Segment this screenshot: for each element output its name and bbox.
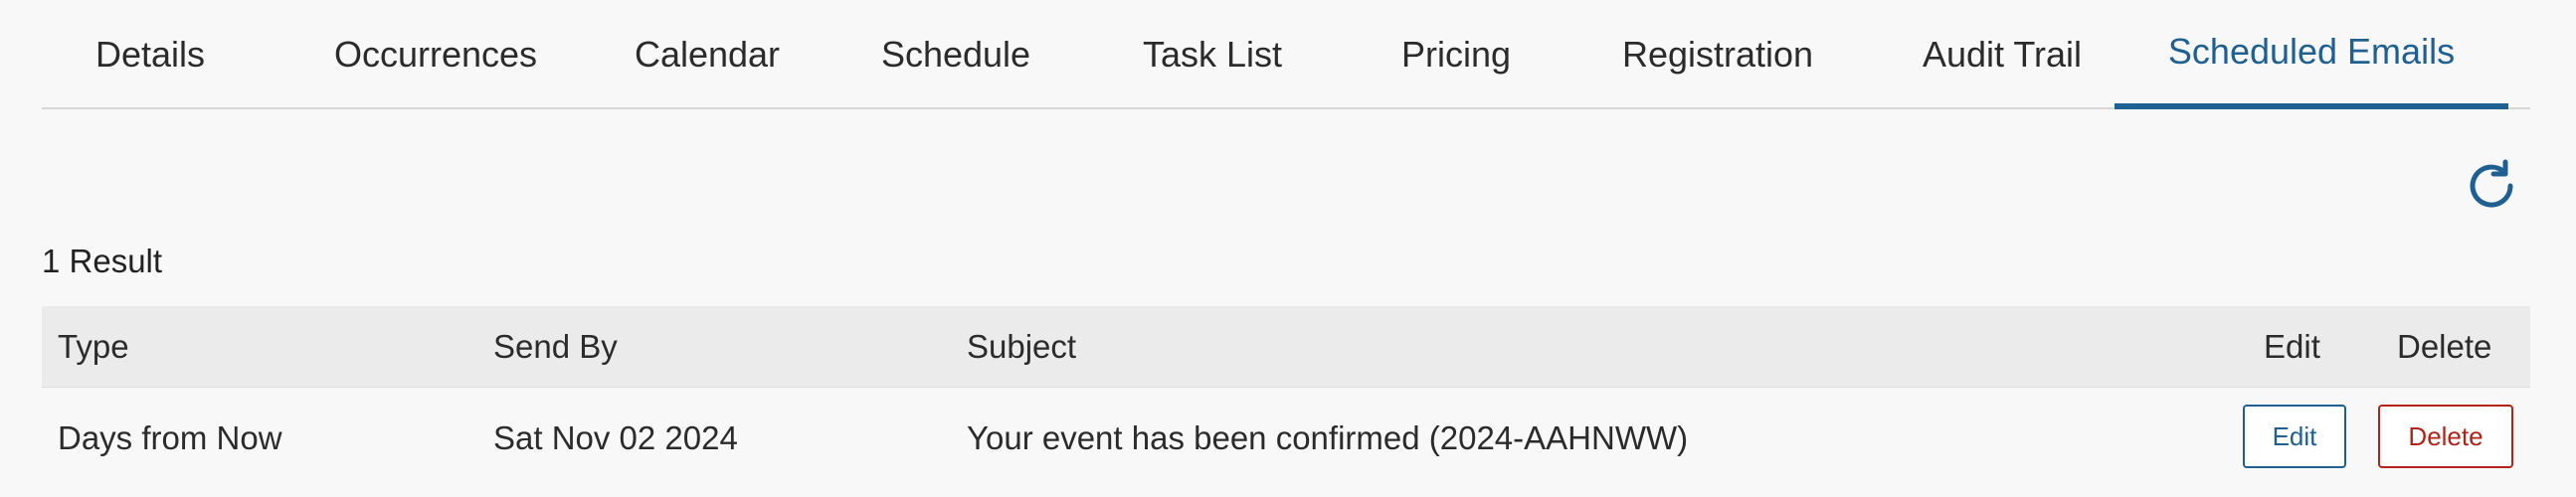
header-type: Type bbox=[58, 328, 129, 365]
edit-button[interactable]: Edit bbox=[2243, 405, 2346, 468]
tab-occurrences[interactable]: Occurrences bbox=[288, 0, 583, 109]
cell-type: Days from Now bbox=[58, 419, 282, 456]
cell-send-by: Sat Nov 02 2024 bbox=[493, 419, 738, 456]
header-send-by: Send By bbox=[493, 328, 618, 365]
result-count: 1 Result bbox=[42, 243, 163, 279]
table-header: Type Send By Subject Edit Delete bbox=[42, 306, 2530, 388]
header-delete: Delete bbox=[2397, 328, 2492, 365]
tab-schedule[interactable]: Schedule bbox=[843, 0, 1068, 109]
tab-details[interactable]: Details bbox=[42, 0, 259, 109]
tab-task-list[interactable]: Task List bbox=[1098, 0, 1327, 109]
scheduled-emails-table: Type Send By Subject Edit Delete Days fr… bbox=[42, 306, 2530, 485]
header-edit: Edit bbox=[2264, 328, 2320, 365]
tab-audit-trail[interactable]: Audit Trail bbox=[1872, 0, 2132, 109]
tab-calendar[interactable]: Calendar bbox=[599, 0, 816, 109]
cell-subject: Your event has been confirmed (2024-AAHN… bbox=[967, 419, 1689, 456]
tab-registration[interactable]: Registration bbox=[1581, 0, 1854, 109]
tab-bar: Details Occurrences Calendar Schedule Ta… bbox=[42, 0, 2530, 109]
header-subject: Subject bbox=[967, 328, 1077, 365]
table-row: Days from Now Sat Nov 02 2024 Your event… bbox=[42, 388, 2530, 485]
tab-pricing[interactable]: Pricing bbox=[1351, 0, 1562, 109]
tab-scheduled-emails[interactable]: Scheduled Emails bbox=[2115, 0, 2508, 109]
delete-button[interactable]: Delete bbox=[2378, 405, 2513, 468]
refresh-icon[interactable] bbox=[2465, 159, 2518, 213]
